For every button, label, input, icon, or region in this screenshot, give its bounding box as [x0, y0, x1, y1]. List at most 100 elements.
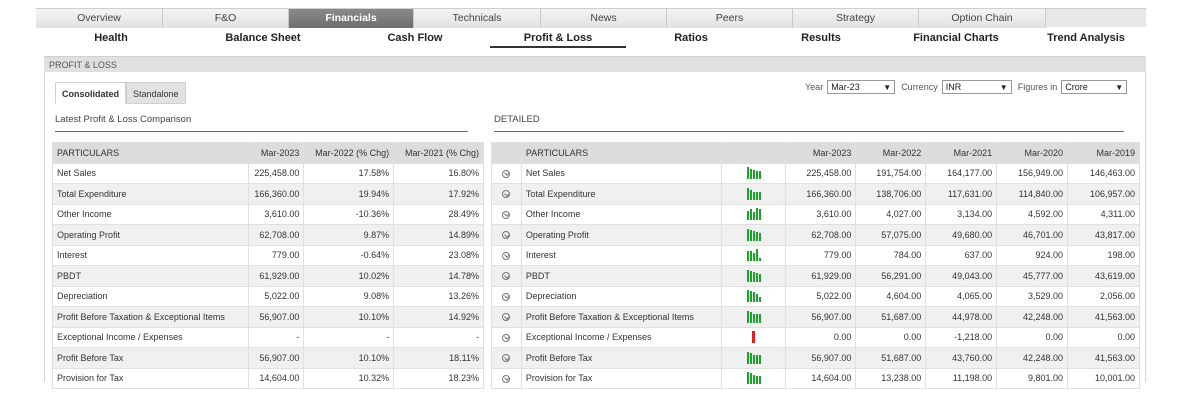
subtab-balance-sheet[interactable]: Balance Sheet — [186, 30, 340, 48]
tab-standalone[interactable]: Standalone — [126, 82, 186, 104]
spark-bar — [752, 271, 755, 282]
subtab-health[interactable]: Health — [36, 30, 186, 48]
cell-value: 4,027.00 — [855, 203, 927, 225]
expand-chevron-icon[interactable] — [502, 210, 511, 219]
cell-mar-2022-chg: 10.32% — [303, 367, 395, 389]
subtab-ratios[interactable]: Ratios — [626, 30, 756, 48]
expand-chevron-icon[interactable] — [502, 231, 511, 240]
subtab-cash-flow[interactable]: Cash Flow — [340, 30, 490, 48]
right-heading: DETAILED — [494, 114, 1124, 132]
cell-mar-2023: - — [248, 326, 305, 348]
row-label: Net Sales — [51, 162, 250, 184]
cell-mar-2022-chg: 17.58% — [303, 162, 395, 184]
cell-mar-2021-chg: 16.80% — [393, 162, 484, 184]
spark-bar — [758, 191, 761, 200]
spark-bar — [755, 191, 758, 200]
spark-bar — [752, 313, 755, 323]
row-label: Interest — [520, 244, 722, 266]
spark-bar — [758, 273, 761, 282]
row-label: Operating Profit — [520, 224, 722, 246]
row-label: Exceptional Income / Expenses — [520, 326, 722, 348]
sub-tab-bar: Health Balance Sheet Cash Flow Profit & … — [36, 30, 1146, 48]
view-tabs: Consolidated Standalone — [55, 82, 186, 104]
sparkline — [746, 187, 761, 200]
cell-mar-2023: 56,907.00 — [248, 306, 305, 328]
cell-value: 43,619.00 — [1067, 265, 1140, 287]
subtab-trend-analysis[interactable]: Trend Analysis — [1026, 30, 1146, 48]
chevron-down-icon: ▼ — [1115, 82, 1124, 92]
tab-fno[interactable]: F&O — [163, 9, 289, 28]
sparkline — [752, 331, 756, 344]
spark-bar — [752, 354, 755, 364]
subtab-financial-charts[interactable]: Financial Charts — [886, 30, 1026, 48]
expand-chevron-icon[interactable] — [502, 190, 511, 199]
tab-news[interactable]: News — [541, 9, 667, 28]
table-row: Net Sales 225,458.00 17.58% 16.80% — [51, 162, 484, 184]
cell-value: 637.00 — [925, 244, 998, 266]
cell-mar-2021-chg: 14.89% — [393, 224, 484, 246]
cell-value: 784.00 — [855, 244, 927, 266]
expand-chevron-icon[interactable] — [502, 374, 511, 383]
expand-cell — [491, 347, 522, 369]
col-expand — [491, 142, 522, 164]
cell-mar-2021-chg: 14.92% — [393, 306, 484, 328]
year-select[interactable]: Mar-23 ▼ — [827, 80, 896, 94]
cell-value: 146,463.00 — [1067, 162, 1140, 184]
table-row: Provision for Tax 14,604.00 10.32% 18.23% — [51, 367, 484, 389]
cell-value: 106,957.00 — [1067, 183, 1140, 205]
table-row: PBDT 61,929.00 56,291.00 49,043.00 45,777.00… — [491, 265, 1140, 287]
row-label: Provision for Tax — [520, 367, 722, 389]
expand-chevron-icon[interactable] — [502, 292, 511, 301]
spark-bar — [746, 251, 749, 262]
spark-bar — [746, 211, 749, 221]
tab-technicals[interactable]: Technicals — [414, 9, 541, 28]
cell-mar-2023: 56,907.00 — [248, 347, 305, 369]
cell-mar-2022-chg: 19.94% — [303, 183, 395, 205]
tab-option-chain[interactable]: Option Chain — [919, 9, 1046, 28]
row-label: Other Income — [520, 203, 722, 225]
figures-value: Crore — [1065, 82, 1088, 92]
cell-mar-2023: 61,929.00 — [248, 265, 305, 287]
spark-bar — [746, 228, 749, 241]
sparkline — [746, 290, 761, 303]
cell-mar-2021-chg: 23.08% — [393, 244, 484, 266]
tab-financials[interactable]: Financials — [289, 9, 414, 28]
spark-bar — [755, 376, 758, 385]
subtab-profit-loss[interactable]: Profit & Loss — [490, 30, 626, 48]
cell-value: 42,248.00 — [996, 306, 1069, 328]
cell-mar-2021-chg: 18.23% — [393, 367, 484, 389]
spark-bar — [758, 232, 761, 241]
currency-select[interactable]: INR ▼ — [941, 80, 1012, 94]
cell-value: 14,604.00 — [785, 367, 857, 389]
table-row: Net Sales 225,458.00 191,754.00 164,177.00 1… — [491, 162, 1140, 184]
spark-bar — [758, 313, 761, 323]
expand-chevron-icon[interactable] — [502, 251, 511, 260]
row-label: Profit Before Tax — [51, 347, 250, 369]
tab-strategy[interactable]: Strategy — [793, 9, 919, 28]
expand-chevron-icon[interactable] — [502, 169, 511, 178]
sparkline-cell — [720, 265, 787, 287]
cell-mar-2023: 3,610.00 — [248, 203, 305, 225]
sparkline-cell — [720, 285, 787, 307]
row-label: Exceptional Income / Expenses — [51, 326, 250, 348]
cell-mar-2022-chg: -0.64% — [303, 244, 395, 266]
col-mar-2023: Mar-2023 — [785, 142, 857, 164]
cell-mar-2021-chg: - — [393, 326, 484, 348]
tab-consolidated[interactable]: Consolidated — [55, 82, 127, 104]
table-row: Exceptional Income / Expenses 0.00 0.00 -1,… — [491, 326, 1140, 348]
spark-bar — [752, 331, 756, 344]
expand-chevron-icon[interactable] — [502, 272, 511, 281]
expand-chevron-icon[interactable] — [502, 313, 511, 322]
cell-mar-2022-chg: -10.36% — [303, 203, 395, 225]
row-label: PBDT — [51, 265, 250, 287]
expand-chevron-icon[interactable] — [502, 333, 511, 342]
subtab-results[interactable]: Results — [756, 30, 886, 48]
year-label: Year — [805, 82, 824, 92]
expand-chevron-icon[interactable] — [502, 354, 511, 363]
tab-overview[interactable]: Overview — [36, 9, 163, 28]
cell-value: 11,198.00 — [925, 367, 998, 389]
cell-value: 13,238.00 — [855, 367, 927, 389]
tab-peers[interactable]: Peers — [667, 9, 793, 28]
cell-value: 4,604.00 — [855, 285, 927, 307]
figures-select[interactable]: Crore ▼ — [1061, 80, 1128, 94]
